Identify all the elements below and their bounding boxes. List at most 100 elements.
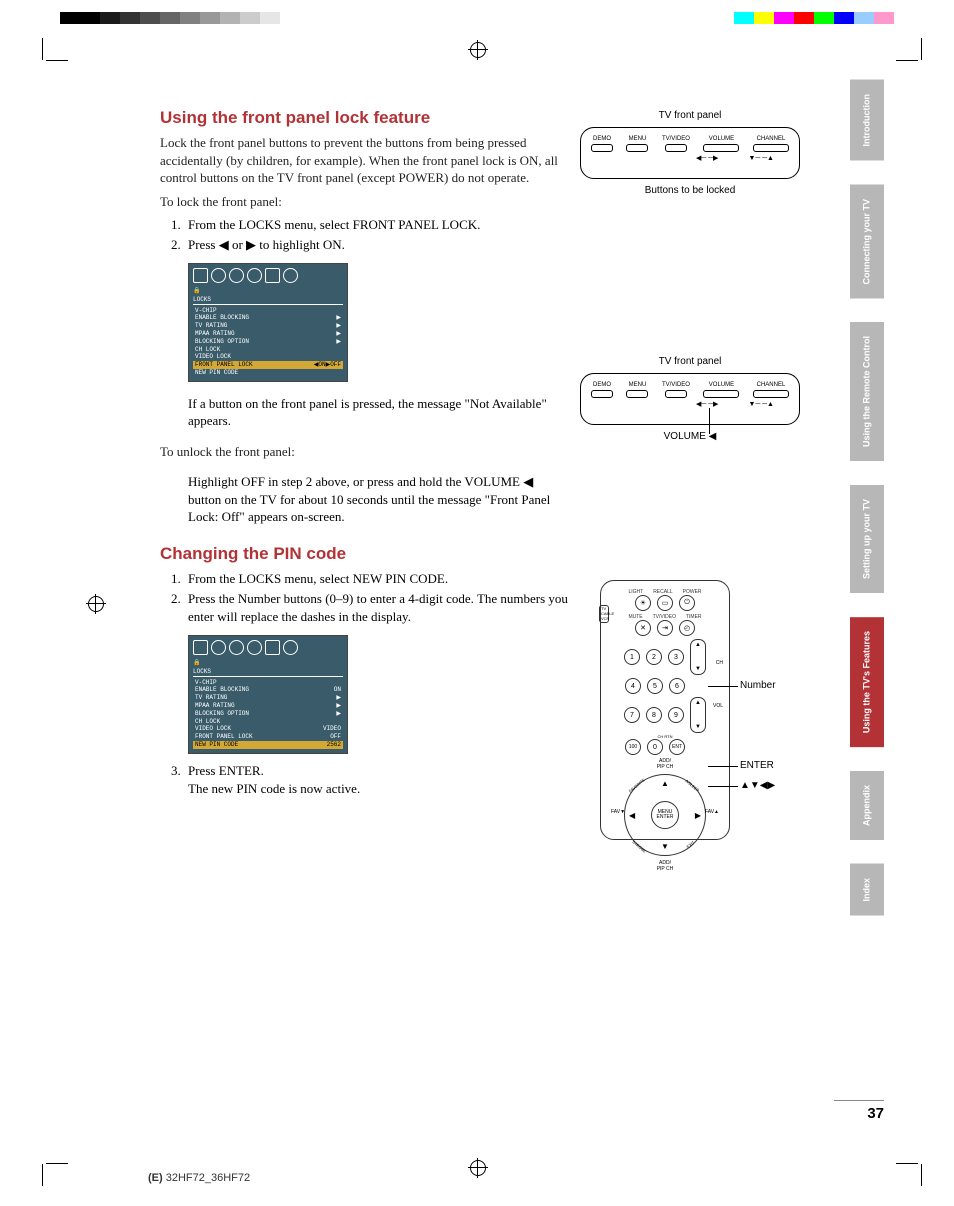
panel-caption-1: Buttons to be locked (580, 185, 800, 196)
osd-row: MPAA RATING▶ (193, 330, 343, 338)
osd-row: BLOCKING OPTION▶ (193, 338, 343, 346)
panel-title-1: TV front panel (580, 110, 800, 121)
tab-setting-up: Setting up your TV (850, 485, 884, 593)
tab-remote: Using the Remote Control (850, 322, 884, 461)
crop-mark (20, 38, 50, 68)
osd-row: CH LOCK (193, 346, 343, 354)
osd-tab-icons (193, 268, 343, 283)
osd-row: FRONT PANEL LOCKOFF (193, 733, 343, 741)
lock-step-1: From the LOCKS menu, select FRONT PANEL … (184, 216, 568, 234)
tv-cable-vcr-switch: TV CABLE VCR (599, 605, 609, 623)
registration-target-top (470, 42, 486, 58)
osd-row: NEW PIN CODE (193, 369, 343, 377)
number-button: 9 (668, 707, 684, 723)
unlock-paragraph: Highlight OFF in step 2 above, or press … (188, 473, 568, 526)
callout-enter: ENTER (740, 760, 774, 771)
osd-menu-1: 🔒 LOCKS V-CHIP ENABLE BLOCKING▶ TV RATIN… (188, 263, 348, 382)
not-available-note: If a button on the front panel is presse… (188, 395, 568, 430)
osd-row: CH LOCK (193, 718, 343, 726)
osd-title: LOCKS (193, 668, 343, 677)
lock-icon: 🔒 (193, 659, 343, 666)
panel-button: VOLUME (703, 382, 739, 398)
timer-button: ◴ (679, 620, 695, 636)
number-button: 1 (624, 649, 640, 665)
mute-button: ✕ (635, 620, 651, 636)
osd-title: LOCKS (193, 296, 343, 305)
crop-mark (914, 1156, 944, 1186)
color-bar-left (60, 12, 280, 24)
footer-model: (E) (E) 32HF72_36HF7232HF72_36HF72 (148, 1172, 250, 1184)
crop-mark (20, 1156, 50, 1186)
number-button: 4 (625, 678, 641, 694)
unlock-lead: To unlock the front panel: (160, 443, 560, 461)
recall-button: ▭ (657, 595, 673, 611)
osd-row: TV RATING▶ (193, 322, 343, 330)
dpad: ▲ ▼ ◀ ▶ MENU ENTER FAV▼ FAV▲ FAVORITE A/… (624, 774, 706, 856)
osd-row: ENABLE BLOCKINGON (193, 686, 343, 694)
tab-index: Index (850, 864, 884, 916)
panel-button: TV/VIDEO (662, 136, 690, 152)
pin-step-1: From the LOCKS menu, select NEW PIN CODE… (184, 570, 568, 588)
hundred-button: 100 (625, 739, 641, 755)
figure-column: TV front panel DEMO MENU TV/VIDEO VOLUME CHA… (580, 110, 800, 442)
panel-button: DEMO (591, 136, 613, 152)
front-panel-diagram-2: DEMOMENUTV/VIDEOVOLUMECHANNEL ◀─ ─▶▼─ ─▲ (580, 373, 800, 425)
osd-row: VIDEO LOCK (193, 353, 343, 361)
tab-connecting: Connecting your TV (850, 185, 884, 299)
lock-icon: 🔒 (193, 287, 343, 294)
crop-mark (914, 38, 944, 68)
panel-title-2: TV front panel (580, 356, 800, 367)
lock-step-2: Press ◀ or ▶ to highlight ON. (184, 236, 568, 254)
color-bar-right (734, 12, 894, 24)
osd-row: V-CHIP (193, 679, 343, 687)
tab-appendix: Appendix (850, 771, 884, 840)
page-number: 37 (834, 1100, 884, 1122)
ent-button: ENT (669, 739, 685, 755)
number-button: 6 (669, 678, 685, 694)
panel-caption-2: VOLUME ◀ (580, 431, 800, 442)
callout-arrows: ▲▼◀▶ (740, 780, 775, 791)
intro-paragraph: Lock the front panel buttons to prevent … (160, 134, 560, 187)
panel-button: VOLUME (703, 136, 739, 152)
number-button: 3 (668, 649, 684, 665)
number-button: 5 (647, 678, 663, 694)
tab-features: Using the TV's Features (850, 617, 884, 747)
number-button: 0 (647, 739, 663, 755)
menu-enter-button: MENU ENTER (651, 801, 679, 829)
callout-number: Number (740, 680, 776, 691)
osd-row-highlighted: FRONT PANEL LOCK◀ON▶OFF (193, 361, 343, 369)
osd-tab-icons (193, 640, 343, 655)
number-button: 8 (646, 707, 662, 723)
osd-menu-2: 🔒 LOCKS V-CHIP ENABLE BLOCKINGON TV RATI… (188, 635, 348, 754)
remote-diagram: TV CABLE VCR LIGHT RECALL POWER ☀ ▭ ⏻ MU… (600, 580, 730, 840)
tvvideo-button: ⇥ (657, 620, 673, 636)
power-button: ⏻ (679, 595, 695, 611)
ch-rocker: ▲▼ (690, 639, 706, 675)
side-tabs: Introduction Connecting your TV Using th… (850, 80, 884, 916)
tab-introduction: Introduction (850, 80, 884, 161)
panel-button: MENU (626, 136, 648, 152)
registration-target-left (88, 596, 104, 612)
osd-row: ENABLE BLOCKING▶ (193, 314, 343, 322)
pin-step-3: Press ENTER. The new PIN code is now act… (184, 762, 568, 798)
panel-button: DEMO (591, 382, 613, 398)
pin-step-2: Press the Number buttons (0–9) to enter … (184, 590, 568, 626)
panel-button: MENU (626, 382, 648, 398)
section-title-pin: Changing the PIN code (160, 544, 800, 564)
osd-row-highlighted: NEW PIN CODE2562 (193, 741, 343, 749)
number-button: 7 (624, 707, 640, 723)
panel-button: CHANNEL (753, 136, 789, 152)
osd-row: MPAA RATING▶ (193, 702, 343, 710)
registration-target-bottom (470, 1160, 486, 1176)
light-button: ☀ (635, 595, 651, 611)
vol-rocker: ▲▼ (690, 697, 706, 733)
panel-button: CHANNEL (753, 382, 789, 398)
lock-lead: To lock the front panel: (160, 193, 560, 211)
panel-button: TV/VIDEO (662, 382, 690, 398)
osd-row: BLOCKING OPTION▶ (193, 710, 343, 718)
front-panel-diagram-1: DEMOMENUTV/VIDEOVOLUMECHANNEL ◀─ ─▶▼─ ─▲ (580, 127, 800, 179)
osd-row: VIDEO LOCKVIDEO (193, 725, 343, 733)
osd-row: TV RATING▶ (193, 694, 343, 702)
osd-row: V-CHIP (193, 307, 343, 315)
number-button: 2 (646, 649, 662, 665)
